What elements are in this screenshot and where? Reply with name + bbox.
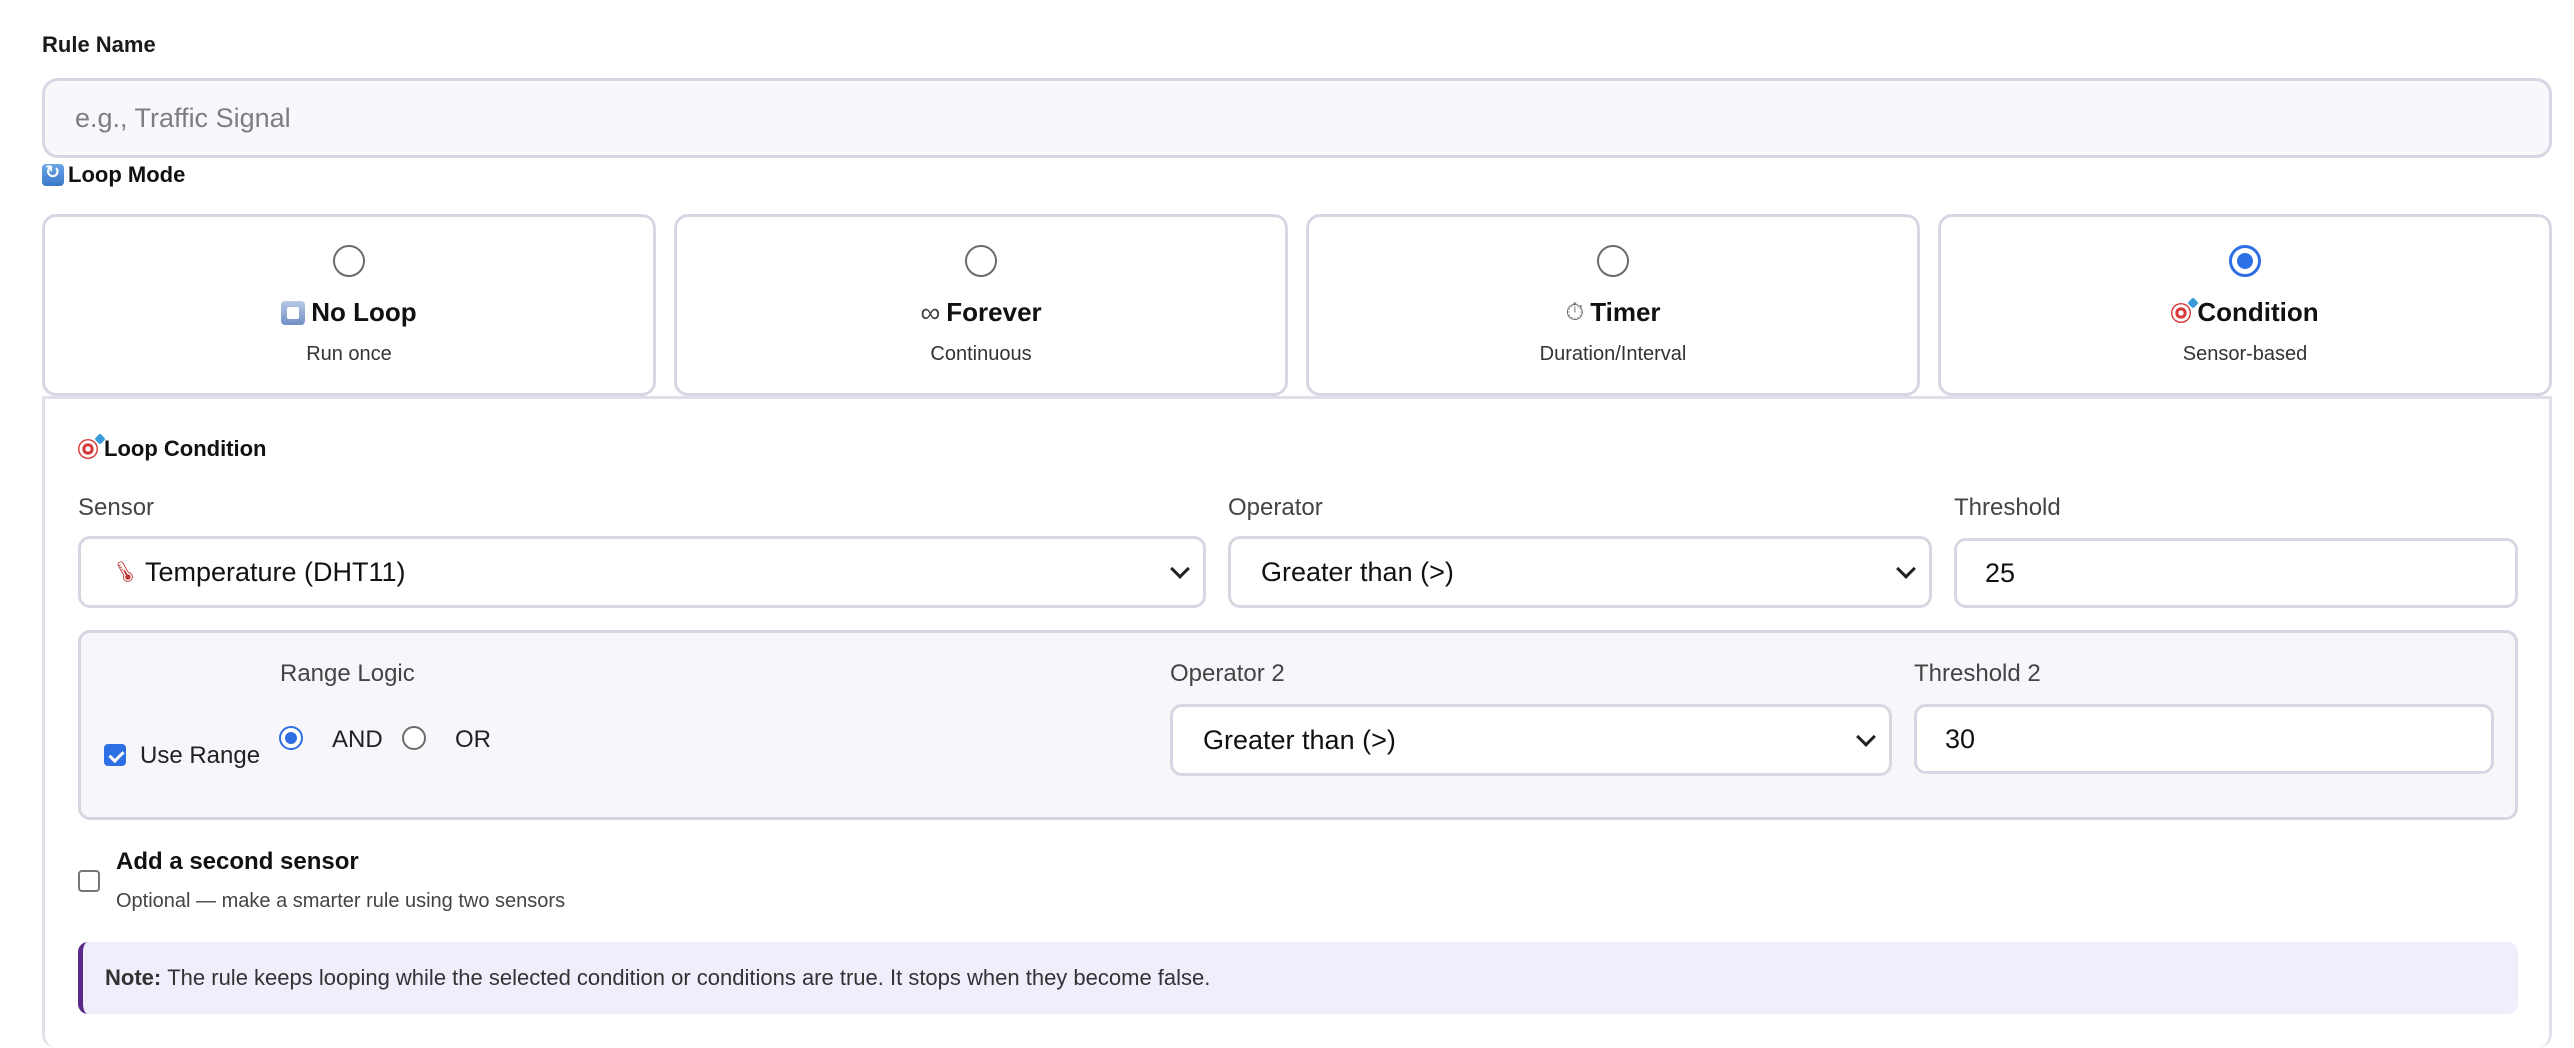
- mode-radio-condition[interactable]: [2229, 245, 2261, 277]
- mode-card-condition[interactable]: Condition Sensor-based: [1938, 214, 2552, 396]
- range-logic-and-label: AND: [332, 726, 383, 753]
- target-icon: [78, 439, 98, 459]
- thermometer-icon: 🌡: [106, 553, 144, 590]
- operator2-value: Greater than (>): [1203, 724, 1396, 755]
- mode-label: Forever: [946, 297, 1042, 327]
- stopwatch-icon: ⏱: [1565, 298, 1585, 326]
- mode-card-forever[interactable]: ∞ Forever Continuous: [674, 214, 1288, 396]
- range-logic-or-radio[interactable]: [402, 726, 426, 750]
- second-sensor-title: Add a second sensor: [116, 848, 359, 875]
- threshold-input[interactable]: 25: [1954, 538, 2518, 608]
- mode-radio-forever[interactable]: [965, 245, 997, 277]
- second-sensor-checkbox[interactable]: [78, 870, 100, 892]
- sensor-select[interactable]: 🌡 Temperature (DHT11): [78, 536, 1206, 608]
- rule-name-label: Rule Name: [42, 32, 156, 57]
- sensor-value: Temperature (DHT11): [144, 556, 406, 587]
- operator-label: Operator: [1228, 494, 1323, 521]
- threshold2-input[interactable]: 30: [1914, 704, 2494, 774]
- range-logic-and-radio[interactable]: [279, 726, 303, 750]
- chevron-down-icon: [1170, 559, 1190, 579]
- use-range-label: Use Range: [140, 742, 261, 769]
- infinity-icon: ∞: [920, 296, 941, 328]
- mode-desc: Run once: [306, 343, 392, 365]
- threshold2-label: Threshold 2: [1914, 660, 2041, 687]
- mode-name: Condition: [1941, 297, 2549, 328]
- sensor-label: Sensor: [78, 494, 155, 521]
- mode-desc: Continuous: [930, 343, 1032, 365]
- mode-radio-no-loop[interactable]: [333, 245, 365, 277]
- mode-desc: Sensor-based: [2182, 343, 2308, 365]
- note-banner: Note: The rule keeps looping while the s…: [78, 942, 2518, 1014]
- chevron-down-icon: [1896, 559, 1916, 579]
- note-text: The rule keeps looping while the selecte…: [167, 965, 1211, 990]
- mode-label: Condition: [2197, 297, 2319, 327]
- operator-value: Greater than (>): [1261, 556, 1454, 587]
- mode-name: ∞ Forever: [677, 297, 1285, 328]
- mode-card-timer[interactable]: ⏱ Timer Duration/Interval: [1306, 214, 1920, 396]
- operator2-label: Operator 2: [1170, 660, 1285, 687]
- threshold-label: Threshold: [1954, 494, 2061, 521]
- operator-select[interactable]: Greater than (>): [1228, 536, 1932, 608]
- use-range-checkbox[interactable]: [104, 744, 126, 766]
- rule-name-input[interactable]: [42, 78, 2552, 158]
- mode-name: ⏱ Timer: [1309, 297, 1917, 328]
- loop-mode-title-text: Loop Mode: [68, 162, 186, 187]
- mode-label: Timer: [1590, 297, 1661, 327]
- note-label: Note:: [105, 965, 162, 990]
- threshold2-value: 30: [1945, 723, 1976, 754]
- range-logic-label: Range Logic: [280, 660, 415, 687]
- chevron-down-icon: [1856, 727, 1876, 747]
- mode-label: No Loop: [311, 297, 417, 327]
- target-icon: [2171, 302, 2192, 323]
- mode-name: No Loop: [45, 297, 653, 328]
- repeat-icon: [42, 162, 64, 186]
- loop-condition-title: Loop Condition: [78, 436, 267, 462]
- mode-card-no-loop[interactable]: No Loop Run once: [42, 214, 656, 396]
- mode-radio-timer[interactable]: [1597, 245, 1629, 277]
- loop-mode-title: Loop Mode: [42, 162, 185, 188]
- mode-desc: Duration/Interval: [1539, 343, 1687, 365]
- operator2-select[interactable]: Greater than (>): [1170, 704, 1892, 776]
- loop-condition-title-text: Loop Condition: [104, 436, 267, 461]
- range-logic-or-label: OR: [455, 726, 491, 753]
- second-sensor-desc: Optional — make a smarter rule using two…: [116, 890, 566, 912]
- threshold-value: 25: [1985, 557, 2016, 588]
- stop-button-icon: [281, 300, 306, 325]
